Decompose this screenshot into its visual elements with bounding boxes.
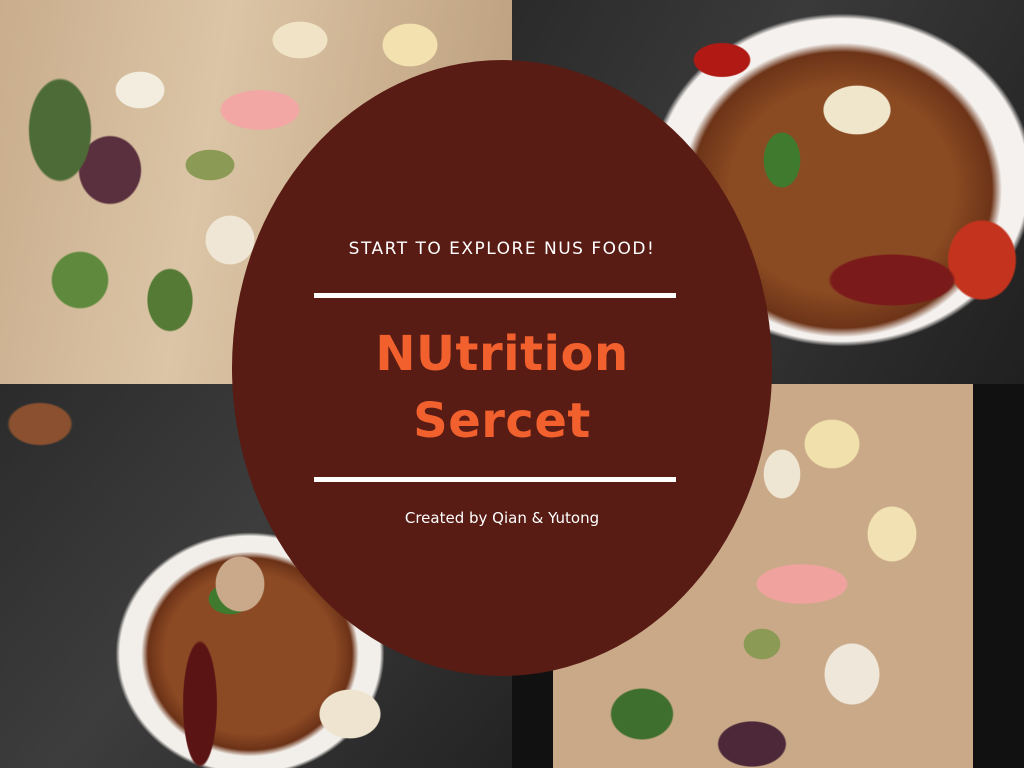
cover-slide: START TO EXPLORE NUS FOOD! NUtrition Ser… [0,0,1024,768]
divider-top [314,293,676,298]
title-line-2: Sercet [413,393,591,449]
title-line-1: NUtrition [375,326,629,382]
credit-line: Created by Qian & Yutong [404,509,600,527]
subtitle: START TO EXPLORE NUS FOOD! [348,239,656,259]
divider-bottom [314,477,676,482]
